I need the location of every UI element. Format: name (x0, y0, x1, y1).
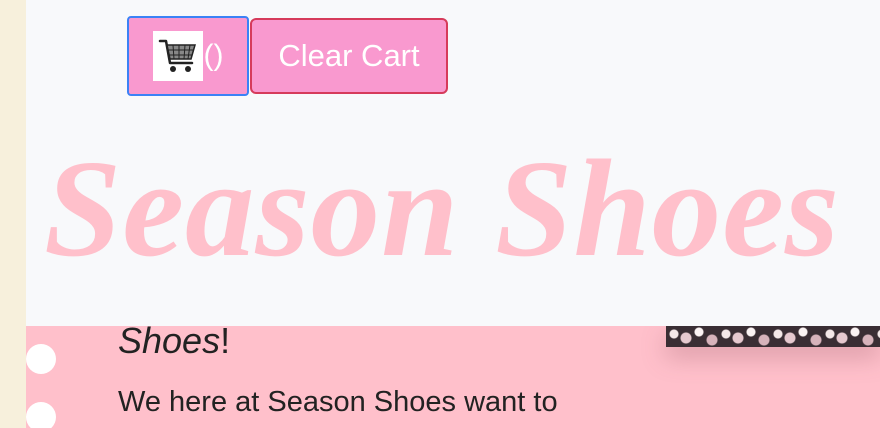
clear-cart-button[interactable]: Clear Cart (250, 18, 448, 94)
brand-title: Season Shoes (44, 132, 841, 286)
flower-image (666, 326, 880, 347)
left-decorative-strip (0, 0, 26, 428)
intro-heading: Shoes! (118, 326, 230, 362)
bullet-dot-icon (26, 344, 56, 374)
intro-heading-exclaim: ! (220, 326, 231, 361)
intro-text: We here at Season Shoes want to (118, 386, 558, 418)
cart-count: () (203, 39, 224, 72)
cart-button[interactable]: () (127, 16, 249, 96)
bullet-dot-icon (26, 402, 56, 428)
intro-heading-shoes: Shoes (118, 326, 221, 361)
intro-section: Shoes! We here at Season Shoes want to (26, 326, 880, 428)
shopping-cart-icon (152, 31, 203, 81)
